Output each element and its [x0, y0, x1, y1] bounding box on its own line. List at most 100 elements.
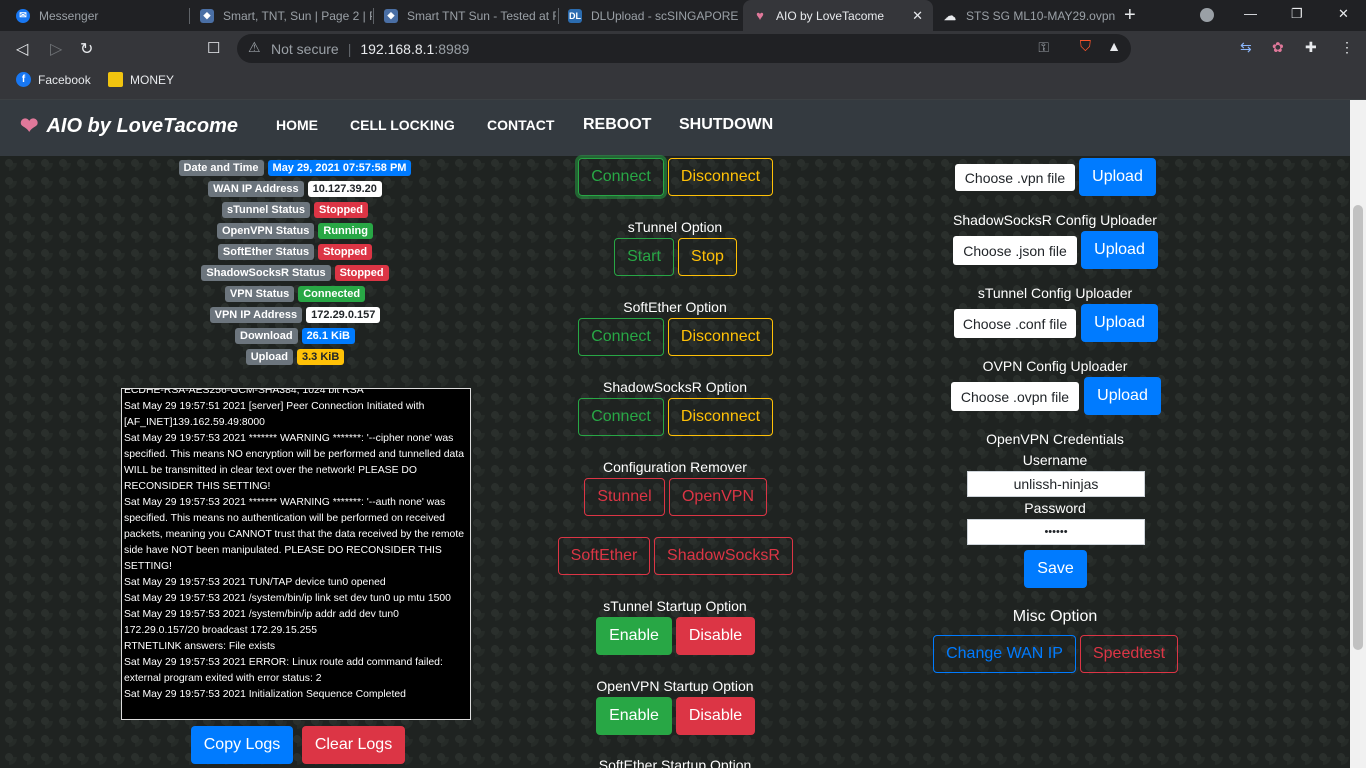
openvpn-disable-button[interactable]: Disable: [676, 697, 755, 735]
vpn-upload-button[interactable]: Upload: [1079, 158, 1156, 196]
nav-shutdown[interactable]: SHUTDOWN: [679, 116, 773, 134]
status-value-badge: 10.127.39.20: [307, 181, 382, 197]
key-icon[interactable]: ⚿: [1038, 39, 1049, 56]
bookmark-icon[interactable]: ☐: [207, 39, 220, 57]
log-line: Sat May 29 19:57:51 2021 [server] Peer C…: [124, 401, 425, 428]
remove-stunnel-button[interactable]: Stunnel: [584, 478, 665, 516]
status-row: VPN Status Connected: [0, 286, 590, 302]
status-label: Upload: [245, 349, 293, 365]
openvpn-startup-title: OpenVPN Startup Option: [596, 678, 754, 694]
log-line: RTNETLINK answers: File exists: [124, 641, 276, 652]
back-icon[interactable]: ◁: [16, 39, 28, 59]
stunnel-startup-title: sTunnel Startup Option: [603, 598, 747, 614]
tab-ovpn[interactable]: ☁ STS SG ML10-MAY29.ovpn: [933, 0, 1115, 31]
extension-heart-icon[interactable]: ✿: [1272, 39, 1284, 56]
tab-messenger[interactable]: ✉ Messenger: [6, 0, 188, 31]
nav-reboot[interactable]: REBOOT: [583, 116, 651, 134]
tab-forum-page2[interactable]: ◆ Smart, TNT, Sun | Page 2 | P: [190, 0, 372, 31]
password-input[interactable]: ••••••: [967, 519, 1145, 545]
extensions-icon[interactable]: ✚: [1305, 39, 1317, 56]
openvpn-enable-button[interactable]: Enable: [596, 697, 672, 735]
config-remover-title: Configuration Remover: [603, 459, 747, 475]
stunnel-enable-button[interactable]: Enable: [596, 617, 672, 655]
vpn-file-chooser[interactable]: Choose .vpn file: [955, 164, 1075, 191]
brand[interactable]: ❤ AIO by LoveTacome: [20, 113, 238, 139]
tab-strip: ✉ Messenger ◆ Smart, TNT, Sun | Page 2 | P…: [0, 0, 1366, 31]
remove-ssr-button[interactable]: ShadowSocksR: [654, 537, 793, 575]
page-scrollbar[interactable]: [1350, 100, 1366, 768]
site-navbar: ❤ AIO by LoveTacome HOME CELL LOCKING CON…: [0, 100, 1350, 156]
ovpn-upload-button[interactable]: Upload: [1084, 377, 1161, 415]
address-bar[interactable]: ⚠ Not secure | 192.168.8.1:8989 ⚿ ⛉ ▲: [237, 34, 1131, 63]
password-label: Password: [1024, 500, 1086, 516]
credentials-title: OpenVPN Credentials: [986, 431, 1124, 447]
messenger-icon: ✉: [16, 8, 30, 23]
tab-aio[interactable]: ♥ AIO by LoveTacome ✕: [743, 0, 933, 31]
stunnel-uploader-title: sTunnel Config Uploader: [977, 285, 1133, 301]
bookmark-facebook[interactable]: f Facebook: [16, 72, 91, 87]
close-window-icon[interactable]: ✕: [1338, 6, 1349, 22]
status-row: ShadowSocksR Status Stopped: [0, 265, 590, 281]
change-wan-ip-button[interactable]: Change WAN IP: [933, 635, 1076, 673]
translate-icon[interactable]: ⇆: [1240, 39, 1252, 56]
ssr-disconnect-button[interactable]: Disconnect: [668, 398, 773, 436]
softether-startup-title: SoftEther Startup Option: [598, 757, 752, 768]
remove-openvpn-button[interactable]: OpenVPN: [669, 478, 767, 516]
restore-icon[interactable]: ❐: [1291, 6, 1303, 22]
openvpn-connect-button[interactable]: Connect: [578, 158, 664, 196]
softether-disconnect-button[interactable]: Disconnect: [668, 318, 773, 356]
upload-icon: ☁: [944, 8, 956, 23]
log-line: Sat May 29 19:57:53 2021 ERROR: Linux ro…: [124, 657, 443, 684]
reload-icon[interactable]: ↻: [80, 39, 93, 59]
status-row: sTunnel Status Stopped: [0, 202, 590, 218]
tab-forum-tested[interactable]: ◆ Smart TNT Sun - Tested at F: [374, 0, 556, 31]
ssr-upload-button[interactable]: Upload: [1081, 231, 1158, 269]
status-row: Upload 3.3 KiB: [0, 349, 590, 365]
forum-icon: ◆: [200, 8, 214, 23]
username-input[interactable]: unlissh-ninjas: [967, 471, 1145, 497]
json-file-chooser[interactable]: Choose .json file: [953, 236, 1077, 265]
username-label: Username: [1022, 452, 1088, 468]
new-tab-icon[interactable]: +: [1124, 4, 1136, 27]
forward-icon[interactable]: ▷: [50, 39, 62, 59]
ovpn-file-chooser[interactable]: Choose .ovpn file: [951, 382, 1079, 411]
folder-icon: [108, 72, 123, 87]
scrollbar-thumb[interactable]: [1353, 205, 1363, 650]
dl-icon: DL: [568, 8, 582, 23]
tab-dlupload[interactable]: DL DLUpload - scSINGAPORE: [558, 0, 742, 31]
conf-file-chooser[interactable]: Choose .conf file: [954, 309, 1076, 338]
minimize-icon[interactable]: —: [1244, 6, 1257, 21]
status-value-badge: May 29, 2021 07:57:58 PM: [267, 160, 412, 176]
close-tab-icon[interactable]: ✕: [912, 8, 923, 24]
nav-contact[interactable]: CONTACT: [487, 117, 554, 133]
bookmark-money[interactable]: MONEY: [108, 72, 174, 87]
clear-logs-button[interactable]: Clear Logs: [302, 726, 405, 764]
heart-icon: ♥: [756, 8, 764, 23]
remove-softether-button[interactable]: SoftEther: [558, 537, 650, 575]
stunnel-option-title: sTunnel Option: [627, 219, 723, 235]
stunnel-stop-button[interactable]: Stop: [678, 238, 737, 276]
save-credentials-button[interactable]: Save: [1024, 550, 1087, 588]
speedtest-button[interactable]: Speedtest: [1080, 635, 1178, 673]
stunnel-start-button[interactable]: Start: [614, 238, 674, 276]
stunnel-upload-button[interactable]: Upload: [1081, 304, 1158, 342]
softether-connect-button[interactable]: Connect: [578, 318, 664, 356]
nav-cell-locking[interactable]: CELL LOCKING: [350, 117, 455, 133]
softether-option-title: SoftEther Option: [623, 299, 727, 315]
rewards-icon[interactable]: ▲: [1107, 38, 1121, 54]
status-label: sTunnel Status: [221, 202, 311, 218]
log-line: ECDHE-RSA-AES256-GCM-SHA384, 1024 bit RS…: [124, 388, 364, 396]
status-label: VPN Status: [224, 286, 295, 302]
status-value-badge: Stopped: [318, 244, 373, 260]
openvpn-disconnect-button[interactable]: Disconnect: [668, 158, 773, 196]
menu-icon[interactable]: ⋮: [1340, 39, 1354, 56]
log-output: ECDHE-RSA-AES256-GCM-SHA384, 1024 bit RS…: [121, 388, 471, 720]
copy-logs-button[interactable]: Copy Logs: [191, 726, 293, 764]
brave-shield-icon[interactable]: ⛉: [1080, 38, 1091, 55]
browser-chrome: ✉ Messenger ◆ Smart, TNT, Sun | Page 2 | P…: [0, 0, 1366, 100]
ssr-connect-button[interactable]: Connect: [578, 398, 664, 436]
stunnel-disable-button[interactable]: Disable: [676, 617, 755, 655]
profile-icon[interactable]: [1200, 8, 1214, 22]
nav-home[interactable]: HOME: [276, 117, 318, 133]
log-line: Sat May 29 19:57:53 2021 TUN/TAP device …: [124, 577, 386, 588]
